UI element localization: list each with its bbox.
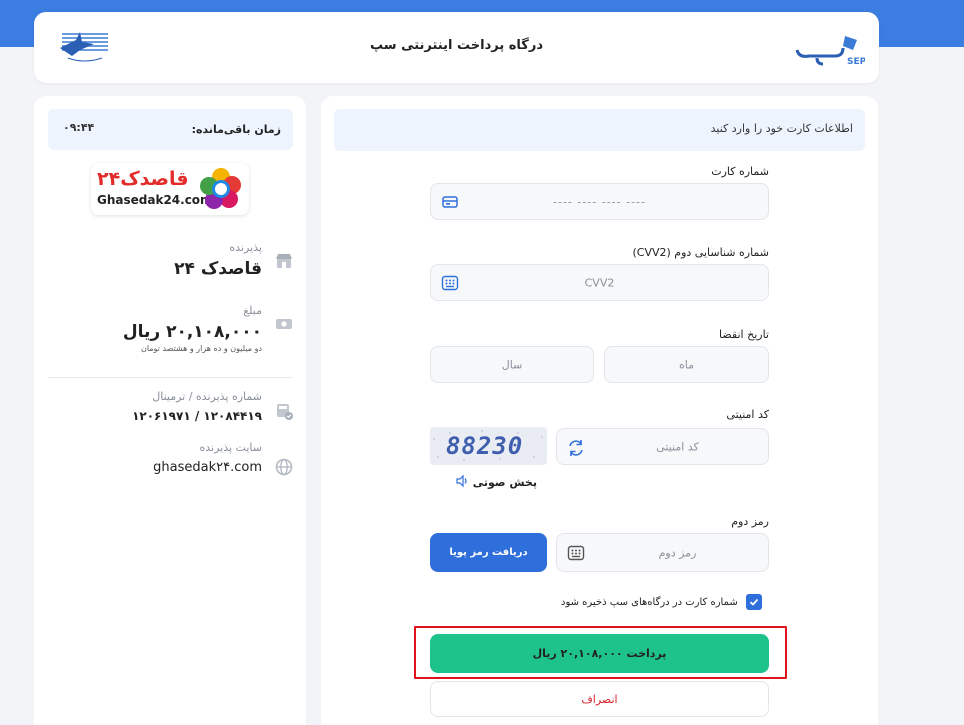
sep-logo-text: SEP (847, 57, 865, 67)
audio-playback-button[interactable]: پخش صوتی (447, 474, 537, 490)
amount-value: ۲۰,۱۰۸,۰۰۰ ریال (122, 322, 262, 342)
amount-caption: مبلغ (243, 304, 262, 317)
keypad-icon[interactable] (441, 274, 459, 292)
merchant-logo-fa: قاصدک۲۴ (97, 168, 189, 190)
terminal-value: ۱۲۰۸۴۴۱۹ / ۱۲۰۶۱۹۷۱ (132, 409, 262, 423)
terminal-info: شماره پذیرنده / ترمینال ۱۲۰۸۴۴۱۹ / ۱۲۰۶۱… (132, 390, 262, 423)
captcha-input[interactable]: کد امنیتی (556, 428, 769, 465)
refresh-icon[interactable] (565, 437, 587, 459)
card-number-placeholder: ---- ---- ---- ---- (553, 195, 646, 208)
expiry-month-placeholder: ماه (678, 358, 694, 371)
merchant-name: قاصدک ۲۴ (174, 259, 262, 279)
get-otp-button[interactable]: دریافت رمز پویا (430, 533, 547, 572)
merchant-logo-flower (200, 168, 241, 209)
otp-input[interactable]: رمز دوم (556, 533, 769, 572)
card-form-panel: اطلاعات کارت خود را وارد کنید شماره کارت… (321, 96, 878, 725)
card-number-input[interactable]: ---- ---- ---- ---- (430, 183, 769, 220)
timer-label: زمان باقی‌مانده: (191, 123, 281, 136)
globe-icon (274, 457, 294, 477)
otp-placeholder: رمز دوم (658, 546, 697, 559)
card-icon (441, 193, 459, 211)
expiry-year-input[interactable]: سال (430, 346, 594, 383)
site-info: سایت پذیرنده ghasedak۲۴.com (153, 441, 262, 475)
keypad-icon[interactable] (567, 544, 585, 562)
amount-words: دو میلیون و ده هزار و هشتصد تومان (140, 344, 262, 353)
audio-label: پخش صوتی (472, 475, 537, 489)
otp-label: رمز دوم (731, 515, 769, 528)
expiry-year-placeholder: سال (501, 358, 523, 371)
check-icon (749, 598, 758, 606)
sep-logo: SEP (795, 34, 867, 70)
page-title: درگاه پرداخت اینترنتی سپ (370, 38, 543, 53)
expiry-label: تاریخ انقضا (719, 328, 769, 341)
captcha-text: 88230 (446, 432, 523, 460)
merchant-info: پذیرنده قاصدک ۲۴ (174, 241, 262, 279)
cvv2-placeholder: CVV2 (584, 276, 615, 289)
cash-icon (274, 314, 294, 334)
cvv2-input[interactable]: CVV2 (430, 264, 769, 301)
form-hint: اطلاعات کارت خود را وارد کنید (334, 109, 865, 151)
card-number-label: شماره کارت (711, 165, 769, 178)
merchant-caption: پذیرنده (229, 241, 262, 254)
terminal-caption: شماره پذیرنده / ترمینال (152, 390, 262, 403)
header: درگاه پرداخت اینترنتی سپ SEP (34, 12, 879, 83)
expiry-month-input[interactable]: ماه (604, 346, 769, 383)
captcha-label: کد امنیتی (726, 408, 769, 421)
merchant-info-panel: زمان باقی‌مانده: ۰۹:۴۴ قاصدک۲۴ Ghasedak2… (34, 96, 306, 725)
save-card-row[interactable]: شماره کارت در درگاه‌های سپ ذخیره شود (561, 593, 769, 611)
timer-box: زمان باقی‌مانده: ۰۹:۴۴ (48, 109, 293, 150)
speaker-icon (455, 474, 469, 491)
merchant-logo-en: Ghasedak24.com (97, 193, 213, 207)
timer-value: ۰۹:۴۴ (63, 121, 95, 134)
captcha-placeholder: کد امنیتی (656, 440, 699, 453)
cancel-button[interactable]: انصراف (430, 681, 769, 717)
pay-button[interactable]: پرداخت ۲۰,۱۰۸,۰۰۰ ریال (430, 634, 769, 673)
info-divider (48, 377, 293, 378)
save-card-label: شماره کارت در درگاه‌های سپ ذخیره شود (561, 596, 738, 608)
merchant-logo: قاصدک۲۴ Ghasedak24.com (91, 163, 249, 215)
captcha-image: 88230 (430, 427, 547, 465)
site-caption: سایت پذیرنده (199, 441, 263, 454)
amount-info: مبلغ ۲۰,۱۰۸,۰۰۰ ریال دو میلیون و ده هزار… (123, 304, 262, 353)
site-value: ghasedak۲۴.com (153, 460, 262, 475)
store-icon (274, 251, 294, 271)
cvv2-label: شماره شناسایی دوم (CVV2) (632, 246, 769, 259)
save-card-checkbox[interactable] (745, 594, 762, 610)
terminal-icon (274, 401, 294, 421)
